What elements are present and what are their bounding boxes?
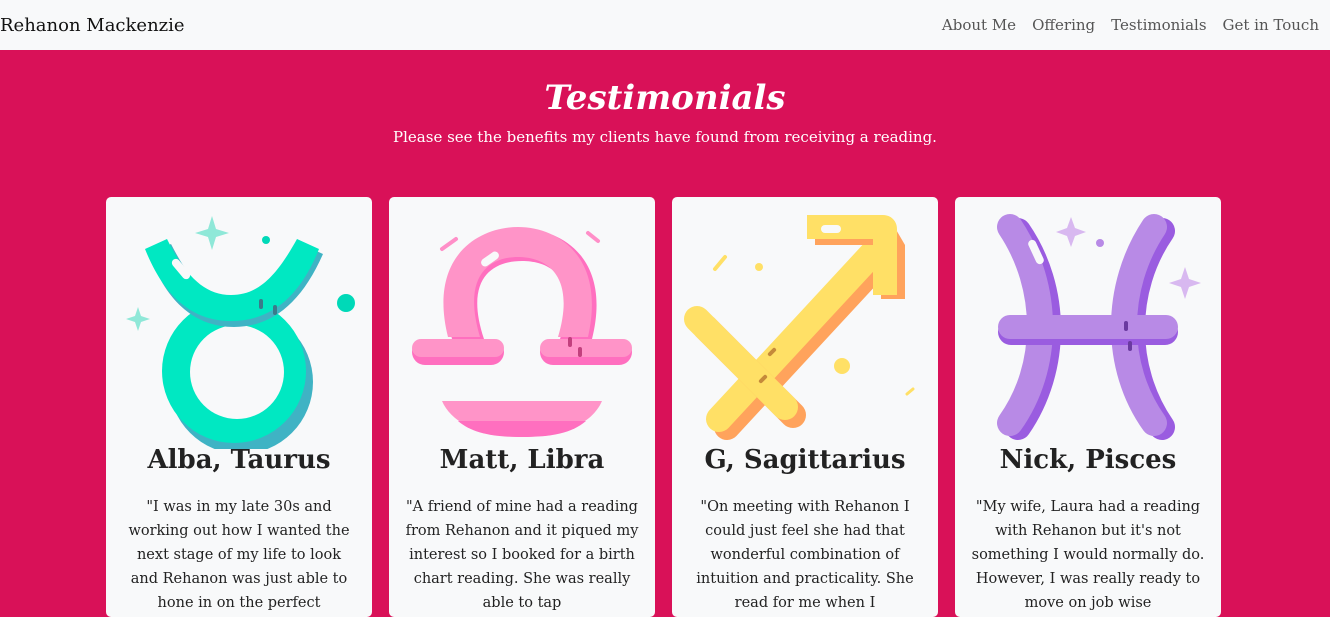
section-title: Testimonials [544, 78, 786, 118]
nav-link-offering[interactable]: Offering [1032, 16, 1095, 34]
brand-link[interactable]: Rehanon Mackenzie [0, 15, 185, 36]
taurus-icon [126, 216, 355, 449]
card-quote: "I was in my late 30s and working out ho… [128, 499, 350, 611]
testimonial-card-sagittarius: G, Sagittarius "On meeting with Rehanon … [672, 197, 938, 617]
nav-link-testimonials[interactable]: Testimonials [1111, 16, 1206, 34]
section-subtitle: Please see the benefits my clients have … [393, 128, 937, 146]
testimonial-card-pisces: Nick, Pisces "My wife, Laura had a readi… [955, 197, 1221, 617]
nav-link-about-me[interactable]: About Me [942, 16, 1016, 34]
nav-link-get-in-touch[interactable]: Get in Touch [1223, 16, 1319, 34]
sagittarius-icon [684, 215, 915, 440]
card-quote: "My wife, Laura had a reading with Rehan… [971, 499, 1205, 611]
testimonial-card-libra: Matt, Libra "A friend of mine had a read… [389, 197, 655, 617]
libra-icon [412, 227, 632, 437]
navbar: Rehanon Mackenzie About Me Offering Test… [0, 0, 1330, 50]
card-quote: "A friend of mine had a reading from Reh… [405, 499, 639, 611]
card-name: G, Sagittarius [704, 445, 906, 475]
card-name: Alba, Taurus [147, 445, 331, 475]
testimonials-section: Testimonials Please see the benefits my … [0, 50, 1330, 617]
card-name: Nick, Pisces [999, 445, 1177, 475]
card-quote: "On meeting with Rehanon I could just fe… [696, 499, 914, 611]
card-name: Matt, Libra [439, 445, 605, 475]
pisces-icon [997, 214, 1201, 440]
testimonial-card-taurus: Alba, Taurus "I was in my late 30s and w… [106, 197, 372, 617]
nav-links: About Me Offering Testimonials Get in To… [942, 16, 1319, 34]
